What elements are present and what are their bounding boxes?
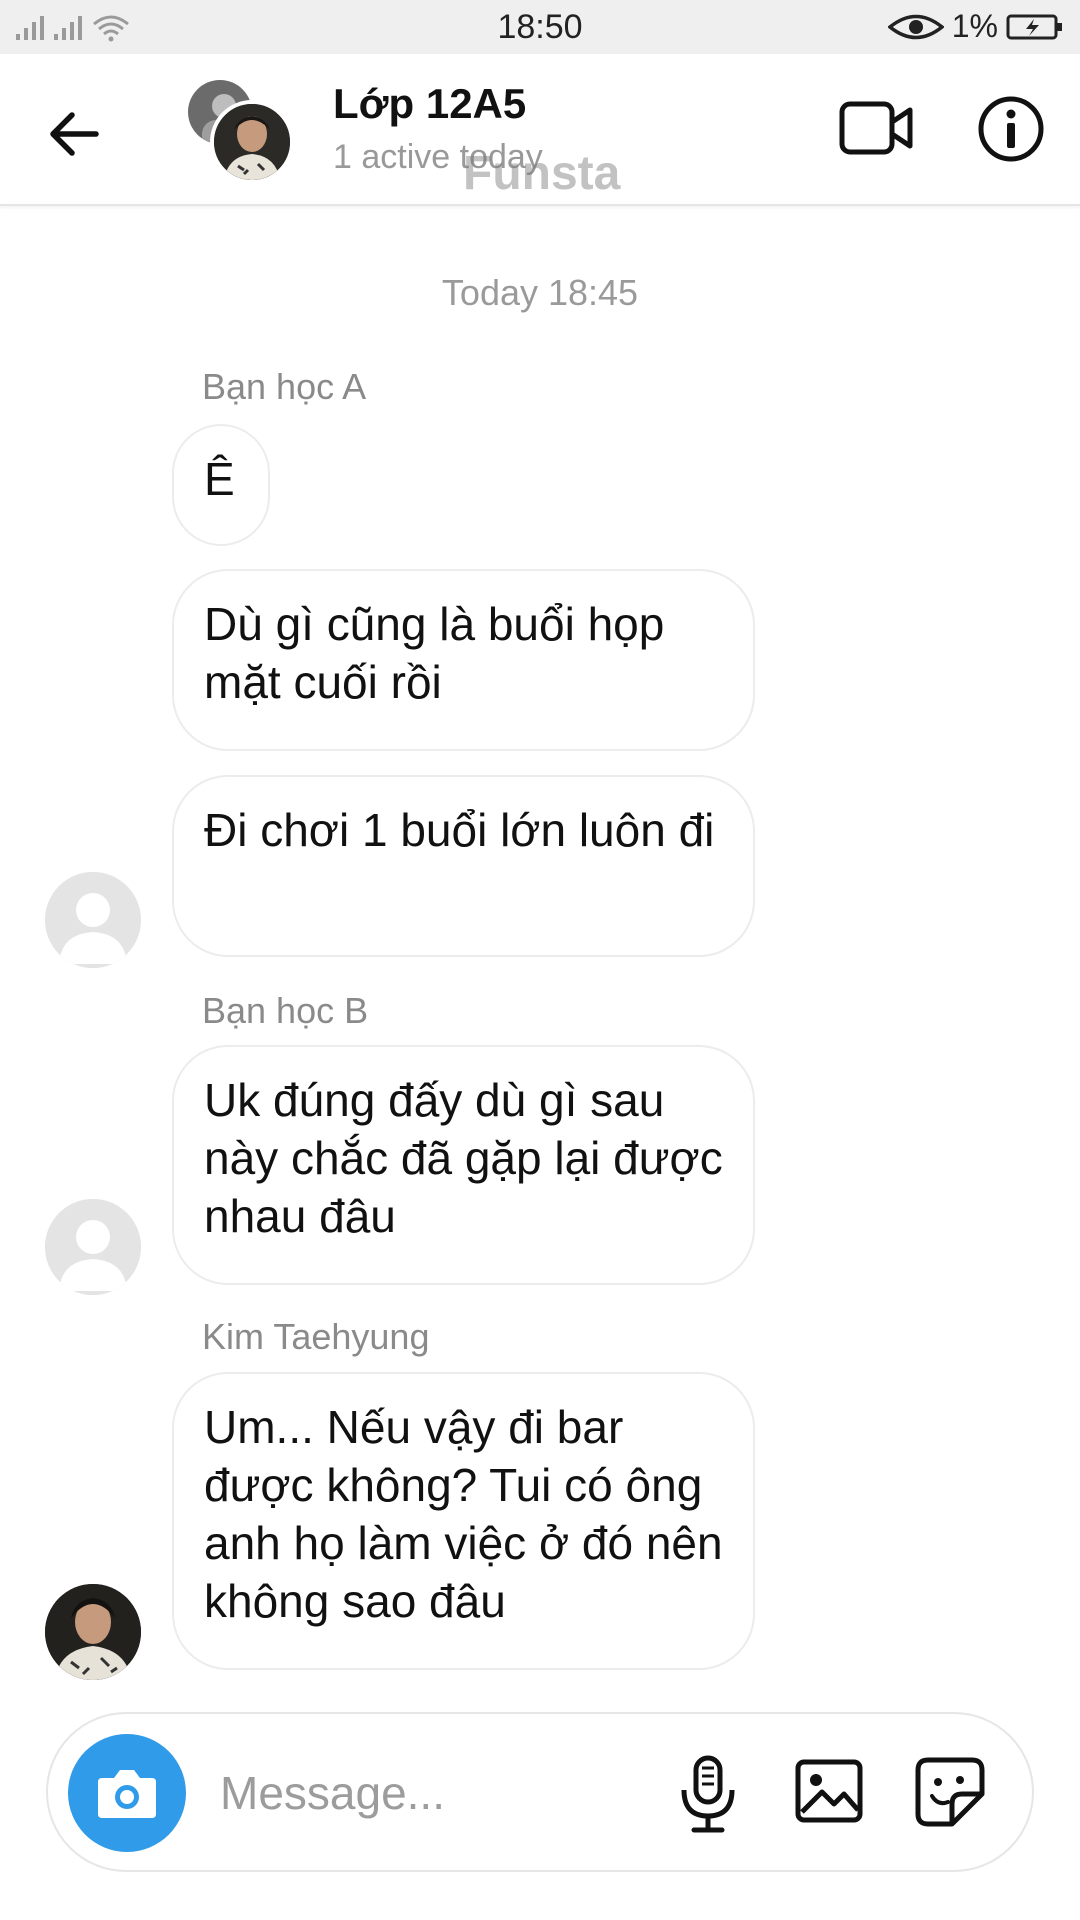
sticker-icon[interactable] xyxy=(914,1756,986,1828)
image-icon[interactable] xyxy=(794,1756,866,1828)
sender-name: Kim Taehyung xyxy=(202,1316,430,1357)
video-camera-icon[interactable] xyxy=(838,94,914,162)
message-input[interactable] xyxy=(218,1750,702,1836)
watermark: Funsta xyxy=(463,147,621,200)
message-text: Uk đúng đấy dù gì sau này chắc đã gặp lạ… xyxy=(204,1074,723,1242)
message-bubble[interactable]: Ê xyxy=(172,424,270,546)
sender-name: Bạn học B xyxy=(202,990,369,1031)
default-avatar[interactable] xyxy=(45,872,141,968)
sender-name: Bạn học A xyxy=(202,366,367,407)
message-bubble[interactable]: Um... Nếu vậy đi bar được không? Tui có … xyxy=(172,1372,755,1670)
status-bar: 18:50 1% xyxy=(0,0,1080,54)
eye-comfort-icon xyxy=(887,12,944,42)
info-icon[interactable] xyxy=(976,94,1046,164)
message-text: Um... Nếu vậy đi bar được không? Tui có … xyxy=(204,1401,723,1627)
message-bubble[interactable]: Uk đúng đấy dù gì sau này chắc đã gặp lạ… xyxy=(172,1045,755,1285)
message-text: Ê xyxy=(204,453,235,505)
group-title[interactable]: Lớp 12A5 xyxy=(333,80,526,128)
camera-icon[interactable] xyxy=(68,1734,186,1852)
battery-charging-icon xyxy=(1006,12,1064,42)
member-avatar-front xyxy=(210,100,294,184)
arrow-left-icon[interactable] xyxy=(42,102,106,166)
status-right: 1% xyxy=(887,8,1064,45)
message-text: Dù gì cũng là buổi họp mặt cuối rồi xyxy=(204,598,665,708)
message-composer xyxy=(46,1712,1034,1872)
message-bubble[interactable]: Đi chơi 1 buổi lớn luôn đi xyxy=(172,775,755,957)
message-text: Đi chơi 1 buổi lớn luôn đi xyxy=(204,804,715,856)
photo-avatar[interactable] xyxy=(45,1584,141,1680)
chat-header: Lớp 12A5 1 active today Funsta xyxy=(0,54,1080,206)
chat-timestamp: Today 18:45 xyxy=(441,272,639,313)
battery-percent: 1% xyxy=(951,8,998,44)
default-avatar[interactable] xyxy=(45,1199,141,1295)
group-avatar[interactable] xyxy=(188,80,298,190)
microphone-icon[interactable] xyxy=(676,1754,740,1834)
message-bubble[interactable]: Dù gì cũng là buổi họp mặt cuối rồi xyxy=(172,569,755,751)
